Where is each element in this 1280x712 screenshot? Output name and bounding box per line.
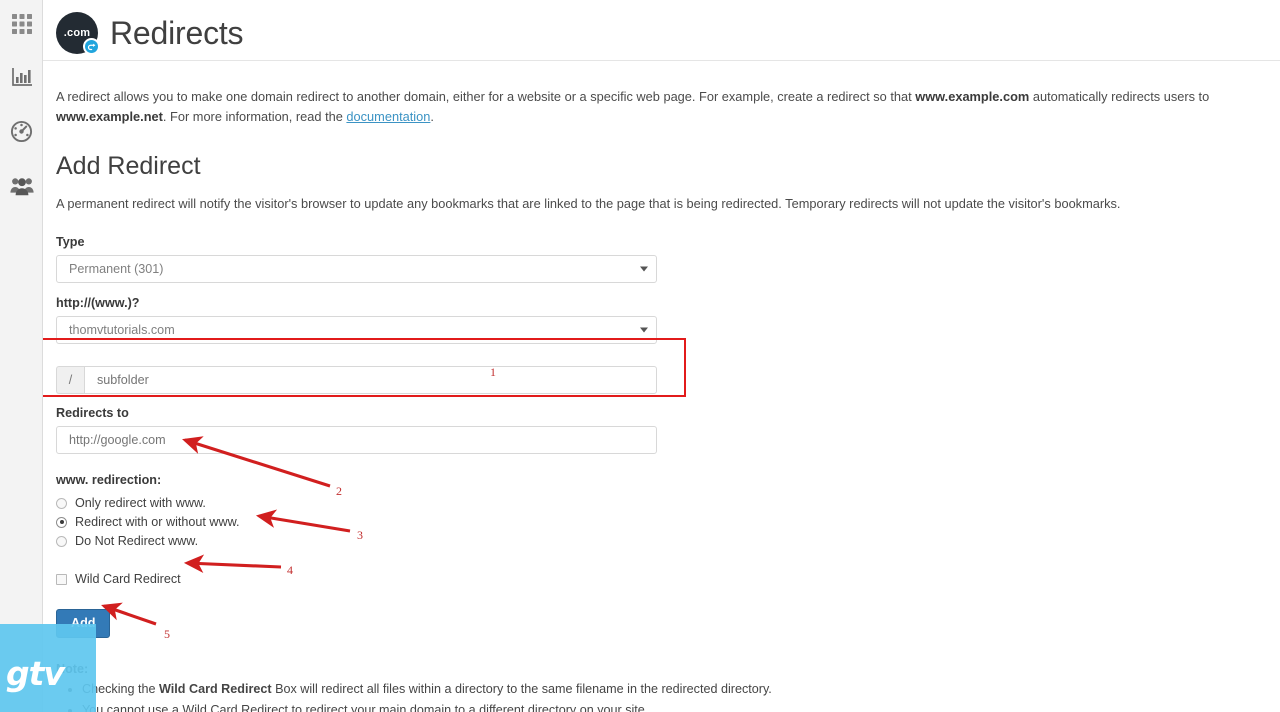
field-group-type: Type Permanent (301) [56, 235, 1280, 284]
app-root: .com Redirects A redirect allows you to … [0, 0, 1280, 712]
radio-do-not-redirect-www[interactable]: Do Not Redirect www. [56, 533, 1280, 549]
checkbox-icon[interactable] [56, 573, 67, 585]
sidebar-item-users[interactable] [0, 165, 43, 205]
note-item: Checking the Wild Card Redirect Box will… [82, 679, 1280, 699]
intro-text-2: automatically redirects users to [1029, 88, 1210, 104]
radio-label: Only redirect with www. [75, 496, 206, 511]
sidebar-item-statistics[interactable] [0, 57, 43, 97]
radio-icon[interactable] [56, 535, 67, 547]
field-group-redirects-to: Redirects to [56, 406, 1280, 455]
bar-chart-icon [11, 66, 33, 88]
header-divider [43, 60, 1280, 61]
add-redirect-form: Type Permanent (301) http://(www.)? thom… [56, 235, 1280, 639]
grid-icon [11, 13, 33, 35]
page-header: .com Redirects [43, 0, 1280, 58]
sidebar-item-apps-grid[interactable] [0, 4, 43, 44]
domain-select-wrapper[interactable]: thomvtutorials.com [56, 316, 657, 345]
sidebar-item-dashboard[interactable] [0, 111, 43, 151]
note-item: You cannot use a Wild Card Redirect to r… [82, 700, 1280, 712]
radio-label: Do Not Redirect www. [75, 534, 199, 549]
note-title: Note: [56, 662, 89, 677]
intro-bold-example-net: www.example.net [56, 108, 163, 124]
note-item-pre: You cannot use a Wild Card Redirect to r… [82, 702, 649, 712]
radio-icon[interactable] [56, 497, 67, 509]
intro-text-4: . [430, 108, 434, 124]
field-group-domain: http://(www.)? thomvtutorials.com [56, 296, 1280, 345]
radio-with-or-without-www[interactable]: Redirect with or without www. [56, 514, 1280, 530]
radio-only-with-www[interactable]: Only redirect with www. [56, 495, 1280, 511]
radio-icon-selected[interactable] [56, 516, 67, 528]
intro-bold-example-com: www.example.com [915, 88, 1030, 104]
intro-paragraph: A redirect allows you to make one domain… [43, 74, 1253, 127]
page-title: Redirects [110, 15, 244, 51]
note-item-post: Box will redirect all files within a dir… [271, 682, 772, 697]
left-sidebar [0, 0, 43, 712]
note-block: Note: Checking the Wild Card Redirect Bo… [56, 662, 1280, 712]
subfolder-prefix: / [56, 366, 84, 395]
field-group-www-redirection: www. redirection: Only redirect with www… [56, 473, 1280, 549]
field-group-subfolder: / [56, 366, 1280, 395]
label-domain: http://(www.)? [56, 296, 140, 311]
redirects-logo: .com [56, 12, 100, 55]
section-description: A permanent redirect will notify the vis… [56, 195, 1121, 211]
logo-dotcom-text: .com [63, 26, 91, 39]
checkbox-label: Wild Card Redirect [75, 572, 181, 587]
subfolder-input[interactable] [84, 366, 657, 395]
note-item-pre: Checking the [82, 682, 160, 697]
main-content: .com Redirects A redirect allows you to … [43, 0, 1280, 712]
intro-text-1: A redirect allows you to make one domain… [56, 88, 916, 104]
note-list: Checking the Wild Card Redirect Box will… [56, 679, 1280, 712]
note-item-bold: Wild Card Redirect [159, 682, 272, 697]
domain-select[interactable]: thomvtutorials.com [56, 316, 657, 345]
type-select-wrapper[interactable]: Permanent (301) [56, 255, 657, 284]
label-type: Type [56, 235, 85, 250]
intro-text-3: . For more information, read the [162, 108, 347, 124]
redirects-to-input[interactable] [56, 426, 657, 455]
gauge-icon [10, 120, 33, 143]
section-title-add-redirect: Add Redirect [56, 152, 201, 181]
label-www-redirection: www. redirection: [56, 473, 162, 488]
users-icon [9, 175, 34, 196]
redirect-arrow-icon [83, 38, 100, 55]
subfolder-row: / [56, 366, 657, 395]
checkbox-wild-card-redirect[interactable]: Wild Card Redirect [56, 571, 1280, 587]
type-select[interactable]: Permanent (301) [56, 255, 657, 284]
add-button[interactable]: Add [56, 609, 111, 639]
radio-label: Redirect with or without www. [75, 515, 240, 530]
documentation-link[interactable]: documentation [346, 109, 430, 124]
label-redirects-to: Redirects to [56, 406, 129, 421]
